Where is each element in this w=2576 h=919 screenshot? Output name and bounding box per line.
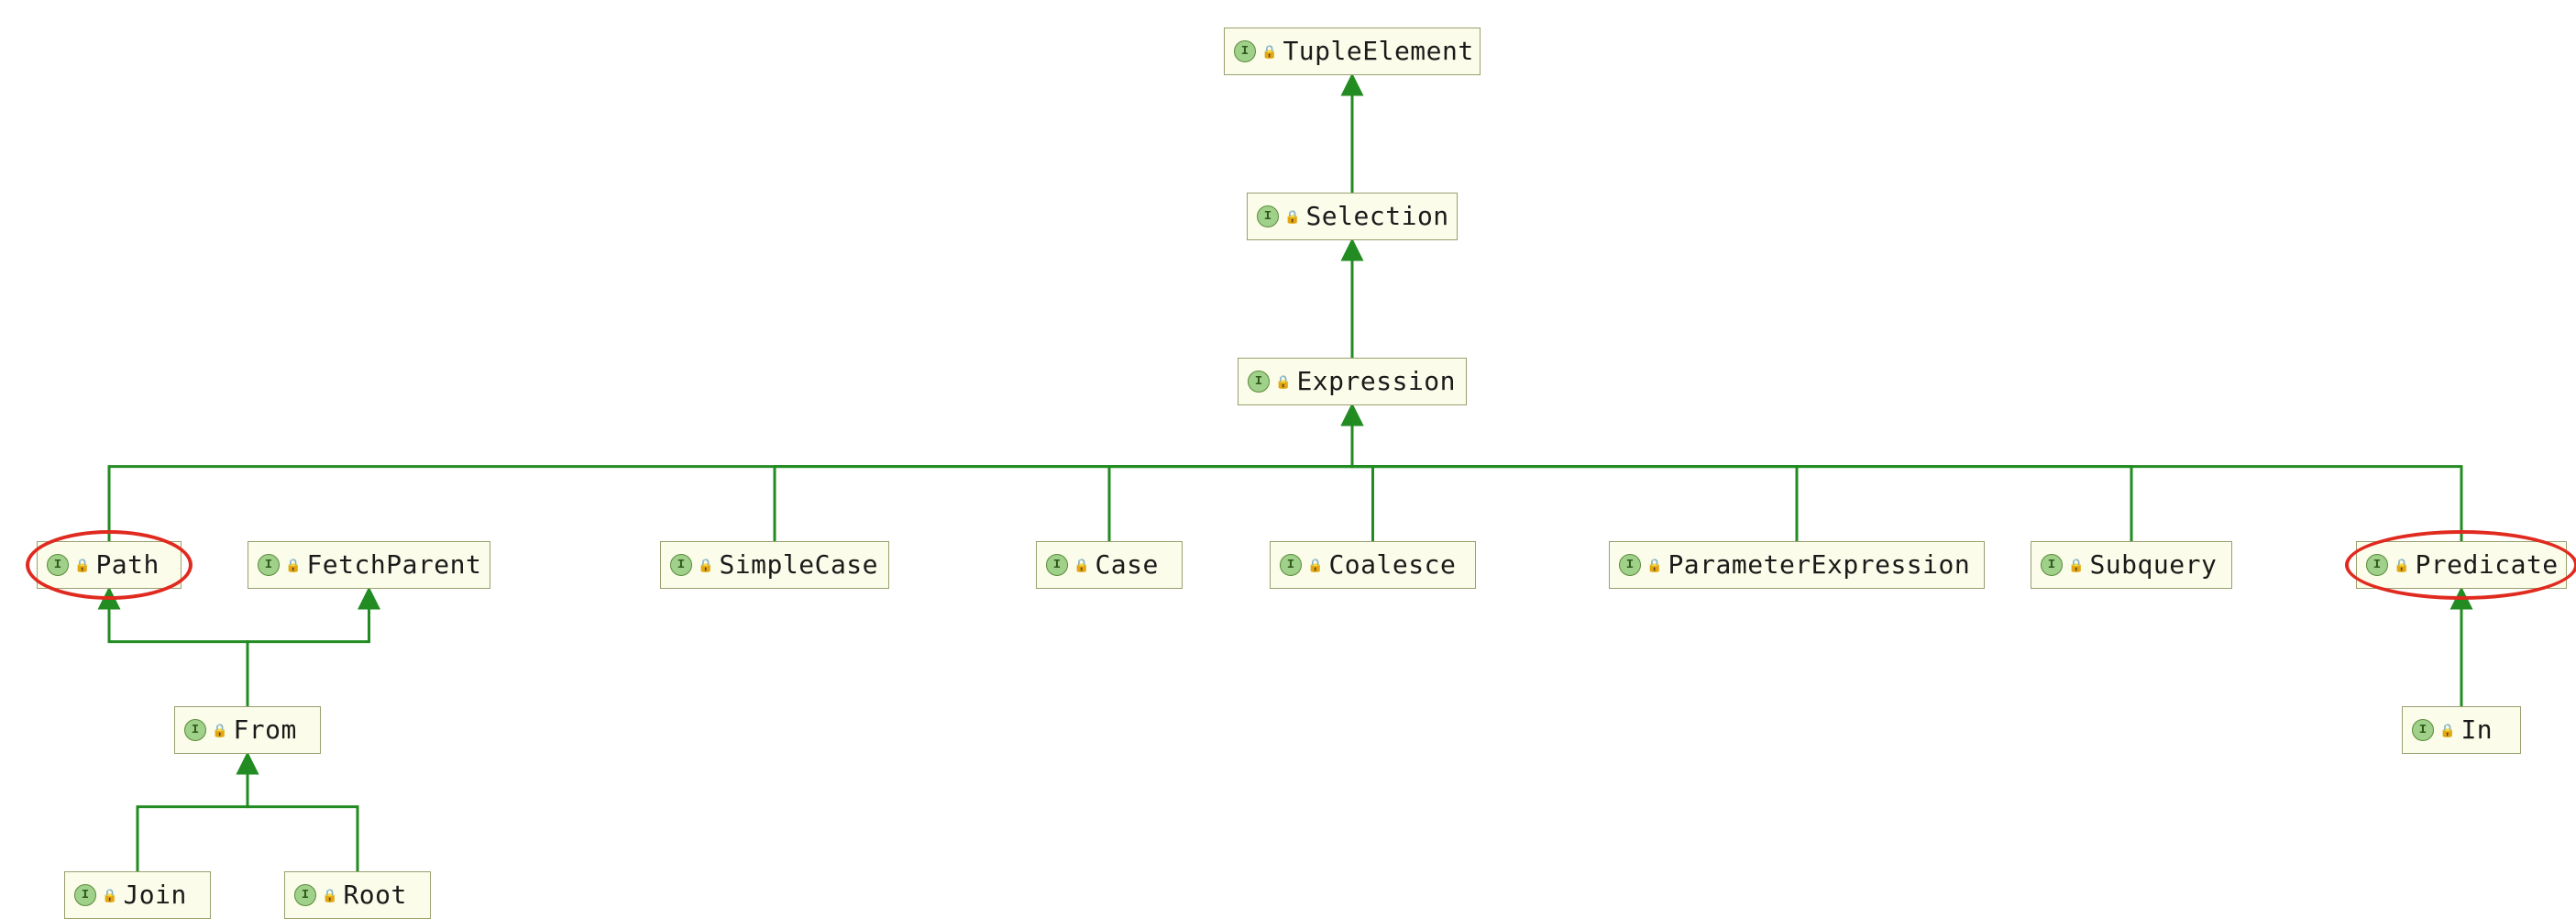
lock-icon: 🔒: [1275, 376, 1291, 389]
interface-badge-icon: I: [294, 884, 316, 906]
class-label: Selection: [1305, 202, 1448, 231]
lock-icon: 🔒: [102, 890, 117, 902]
class-label: Path: [95, 550, 159, 580]
lock-icon: 🔒: [212, 725, 227, 737]
interface-badge-icon: I: [1046, 554, 1068, 576]
class-label: ParameterExpression: [1668, 550, 1970, 580]
lock-icon: 🔒: [1646, 559, 1662, 572]
class-label: Expression: [1296, 367, 1456, 396]
class-label: Predicate: [2415, 550, 2558, 580]
class-node-tupleelement[interactable]: I 🔒 TupleElement: [1224, 28, 1481, 75]
interface-badge-icon: I: [1234, 40, 1256, 62]
inheritance-edge: [1352, 405, 2461, 541]
lock-icon: 🔒: [74, 559, 90, 572]
class-node-parameterexpression[interactable]: I 🔒 ParameterExpression: [1609, 541, 1985, 589]
inheritance-edge: [248, 754, 358, 871]
interface-badge-icon: I: [1257, 205, 1279, 227]
lock-icon: 🔒: [2068, 559, 2084, 572]
class-label: Subquery: [2089, 550, 2217, 580]
class-node-path[interactable]: I 🔒 Path: [37, 541, 182, 589]
lock-icon: 🔒: [322, 890, 337, 902]
class-node-subquery[interactable]: I 🔒 Subquery: [2031, 541, 2232, 589]
class-label: Join: [123, 880, 186, 910]
interface-badge-icon: I: [2412, 719, 2434, 741]
inheritance-edge: [248, 589, 369, 706]
interface-badge-icon: I: [2366, 554, 2388, 576]
lock-icon: 🔒: [1073, 559, 1089, 572]
class-label: FetchParent: [306, 550, 481, 580]
inheritance-edge: [109, 589, 248, 706]
class-node-selection[interactable]: I 🔒 Selection: [1247, 193, 1458, 240]
inheritance-edge: [775, 405, 1352, 541]
class-node-in[interactable]: I 🔒 In: [2402, 706, 2521, 754]
lock-icon: 🔒: [1307, 559, 1323, 572]
interface-badge-icon: I: [1619, 554, 1641, 576]
class-node-from[interactable]: I 🔒 From: [174, 706, 321, 754]
class-node-simplecase[interactable]: I 🔒 SimpleCase: [660, 541, 889, 589]
interface-badge-icon: I: [1248, 371, 1270, 393]
interface-badge-icon: I: [74, 884, 96, 906]
class-node-join[interactable]: I 🔒 Join: [64, 871, 211, 919]
inheritance-edge: [1352, 405, 1797, 541]
class-label: SimpleCase: [719, 550, 878, 580]
class-node-expression[interactable]: I 🔒 Expression: [1238, 358, 1467, 405]
inheritance-edge: [109, 405, 1352, 541]
lock-icon: 🔒: [698, 559, 713, 572]
lock-icon: 🔒: [285, 559, 301, 572]
interface-badge-icon: I: [1280, 554, 1302, 576]
lock-icon: 🔒: [1261, 46, 1277, 59]
class-node-case[interactable]: I 🔒 Case: [1036, 541, 1183, 589]
class-label: TupleElement: [1282, 37, 1473, 66]
lock-icon: 🔒: [2439, 725, 2455, 737]
interface-badge-icon: I: [184, 719, 206, 741]
class-label: From: [233, 715, 296, 745]
class-node-root[interactable]: I 🔒 Root: [284, 871, 431, 919]
class-label: Root: [343, 880, 406, 910]
inheritance-edge: [1352, 405, 2131, 541]
lock-icon: 🔒: [1284, 211, 1300, 224]
class-label: Coalesce: [1328, 550, 1456, 580]
class-label: In: [2460, 715, 2493, 745]
inheritance-edge: [1352, 405, 1373, 541]
interface-badge-icon: I: [670, 554, 692, 576]
class-node-fetchparent[interactable]: I 🔒 FetchParent: [248, 541, 490, 589]
inheritance-edge: [138, 754, 248, 871]
lock-icon: 🔒: [2394, 559, 2409, 572]
interface-badge-icon: I: [2041, 554, 2063, 576]
inheritance-edge: [1109, 405, 1352, 541]
edge-layer: [0, 0, 2576, 890]
class-node-coalesce[interactable]: I 🔒 Coalesce: [1270, 541, 1476, 589]
class-node-predicate[interactable]: I 🔒 Predicate: [2356, 541, 2567, 589]
interface-badge-icon: I: [47, 554, 69, 576]
class-label: Case: [1095, 550, 1158, 580]
interface-badge-icon: I: [258, 554, 280, 576]
